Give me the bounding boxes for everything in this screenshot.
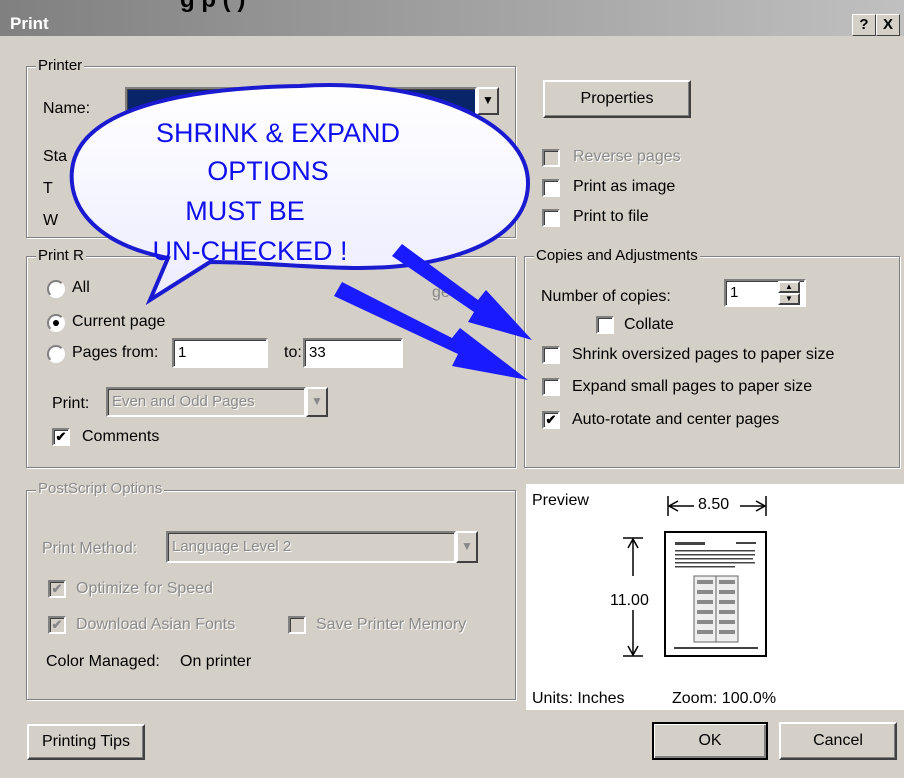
callout-line-4: UN-CHECKED !: [152, 236, 348, 266]
callout-line-3: MUST BE: [185, 196, 305, 226]
callout-line-2: OPTIONS: [207, 156, 329, 186]
expand-arrow-icon: [334, 282, 528, 380]
callout-overlay: [69, 83, 532, 380]
callout-line-1: SHRINK & EXPAND: [155, 118, 401, 148]
